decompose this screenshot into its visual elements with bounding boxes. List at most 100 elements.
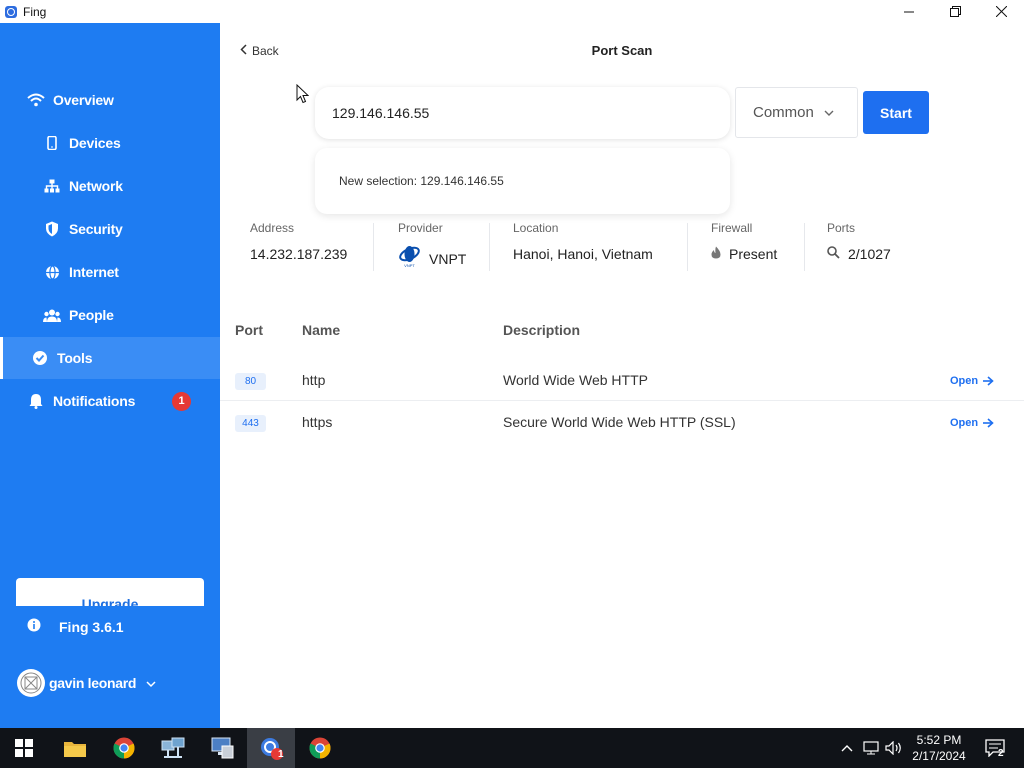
sidebar-item-label: Devices bbox=[69, 135, 121, 151]
address-suggestion[interactable]: New selection: 129.146.146.55 bbox=[315, 148, 730, 214]
folder-icon bbox=[64, 742, 86, 757]
chrome-icon bbox=[113, 737, 135, 759]
user-menu[interactable]: gavin leonard bbox=[17, 669, 156, 697]
network-icon bbox=[43, 177, 61, 195]
port-name: http bbox=[302, 372, 326, 388]
search-icon bbox=[827, 246, 840, 262]
start-menu-button[interactable] bbox=[0, 728, 48, 768]
scan-mode-select[interactable]: Common bbox=[735, 87, 858, 138]
windows-logo-icon bbox=[15, 739, 33, 757]
flame-icon bbox=[711, 246, 721, 262]
taskbar-chrome-2[interactable] bbox=[296, 728, 344, 768]
fing-app-icon bbox=[5, 5, 17, 18]
tray-network[interactable] bbox=[861, 728, 881, 768]
port-description: World Wide Web HTTP bbox=[503, 372, 648, 388]
notification-badge: 1 bbox=[172, 391, 191, 411]
sidebar-item-overview[interactable]: Overview bbox=[0, 79, 220, 121]
vnpt-logo-icon: VNPT bbox=[398, 246, 421, 271]
table-row[interactable]: 80 http World Wide Web HTTP Open bbox=[220, 359, 1024, 401]
speaker-icon bbox=[885, 741, 901, 755]
port-number: 80 bbox=[235, 373, 266, 390]
action-center-button[interactable]: 2 bbox=[980, 728, 1010, 768]
taskbar-clock[interactable]: 5:52 PM 2/17/2024 bbox=[905, 732, 973, 764]
tray-overflow-button[interactable] bbox=[838, 728, 856, 768]
chevron-down-icon bbox=[146, 675, 156, 691]
sidebar-item-devices[interactable]: Devices bbox=[0, 122, 220, 164]
info-firewall-row: Present bbox=[711, 246, 777, 262]
mouse-pointer-icon bbox=[296, 83, 310, 109]
chrome-icon bbox=[309, 737, 331, 759]
window-controls bbox=[886, 0, 1024, 23]
port-number: 443 bbox=[235, 415, 266, 432]
open-link[interactable]: Open bbox=[950, 375, 994, 387]
sidebar-item-tools[interactable]: Tools bbox=[0, 337, 220, 379]
taskbar-file-explorer[interactable] bbox=[51, 728, 99, 768]
shield-icon bbox=[43, 220, 61, 238]
port-status: Open bbox=[950, 375, 979, 387]
restore-icon bbox=[949, 6, 961, 17]
info-provider-row: VNPT VNPT bbox=[398, 246, 466, 271]
clock-date: 2/17/2024 bbox=[912, 749, 966, 763]
port-description: Secure World Wide Web HTTP (SSL) bbox=[503, 414, 736, 430]
col-header-name: Name bbox=[302, 322, 341, 338]
avatar bbox=[17, 669, 45, 697]
version-label: Fing 3.6.1 bbox=[59, 618, 124, 635]
scan-mode-value: Common bbox=[753, 104, 814, 121]
address-input-box[interactable] bbox=[315, 87, 730, 139]
minimize-button[interactable] bbox=[886, 0, 932, 23]
info-location-label: Location bbox=[513, 221, 559, 235]
info-ports-label: Ports bbox=[827, 221, 856, 235]
sidebar-item-label: Tools bbox=[57, 350, 93, 366]
info-firewall-value: Present bbox=[729, 246, 778, 262]
bell-icon bbox=[27, 392, 45, 410]
version-info[interactable]: Fing 3.6.1 bbox=[27, 618, 124, 635]
upgrade-button[interactable]: Upgrade bbox=[16, 578, 204, 606]
arrow-right-icon bbox=[983, 418, 994, 428]
wifi-icon bbox=[27, 91, 45, 109]
info-ports: Ports 2/1027 bbox=[827, 221, 891, 271]
divider bbox=[373, 223, 374, 271]
taskbar-network-app[interactable] bbox=[149, 728, 197, 768]
info-firewall-label: Firewall bbox=[711, 221, 753, 235]
address-input[interactable] bbox=[332, 105, 712, 121]
ethernet-icon bbox=[863, 741, 879, 755]
close-button[interactable] bbox=[978, 0, 1024, 23]
sidebar-item-internet[interactable]: Internet bbox=[0, 251, 220, 293]
restore-button[interactable] bbox=[932, 0, 978, 23]
info-location: Location Hanoi, Hanoi, Vietnam bbox=[513, 221, 653, 271]
sidebar-item-security[interactable]: Security bbox=[0, 208, 220, 250]
col-header-port: Port bbox=[235, 322, 263, 338]
info-ports-row: 2/1027 bbox=[827, 246, 891, 262]
taskbar-fing[interactable]: 1 bbox=[247, 728, 295, 768]
port-name: https bbox=[302, 414, 333, 430]
sidebar-item-notifications[interactable]: Notifications 1 bbox=[0, 380, 220, 422]
table-row[interactable]: 443 https Secure World Wide Web HTTP (SS… bbox=[220, 401, 1024, 443]
sidebar-item-label: Security bbox=[69, 221, 123, 237]
info-address: Address 14.232.187.239 bbox=[250, 221, 347, 271]
info-firewall: Firewall Present bbox=[711, 221, 777, 271]
divider bbox=[687, 223, 688, 271]
clock-time: 5:52 PM bbox=[916, 733, 962, 747]
taskbar-remote-app[interactable] bbox=[198, 728, 246, 768]
sidebar-item-network[interactable]: Network bbox=[0, 165, 220, 207]
window-title: Fing bbox=[23, 4, 47, 19]
scan-info-row: Address 14.232.187.239 Provider VNPT VNP… bbox=[220, 221, 1024, 281]
user-name: gavin leonard bbox=[49, 675, 137, 691]
taskbar-chrome[interactable] bbox=[100, 728, 148, 768]
check-circle-icon bbox=[31, 349, 49, 367]
tray-volume[interactable] bbox=[884, 728, 904, 768]
info-provider-label: Provider bbox=[398, 221, 443, 235]
info-address-label: Address bbox=[250, 221, 295, 235]
minimize-icon bbox=[904, 11, 914, 12]
start-button[interactable]: Start bbox=[863, 91, 929, 134]
info-icon bbox=[27, 618, 41, 635]
close-icon bbox=[995, 6, 1007, 17]
svg-text:VNPT: VNPT bbox=[404, 263, 415, 268]
info-address-value: 14.232.187.239 bbox=[250, 246, 348, 262]
info-location-value: Hanoi, Hanoi, Vietnam bbox=[513, 246, 653, 262]
main-content: Back Port Scan Common Start New selectio… bbox=[220, 23, 1024, 728]
arrow-right-icon bbox=[983, 376, 994, 386]
globe-icon bbox=[43, 263, 61, 281]
sidebar-item-people[interactable]: People bbox=[0, 294, 220, 336]
open-link[interactable]: Open bbox=[950, 417, 994, 429]
